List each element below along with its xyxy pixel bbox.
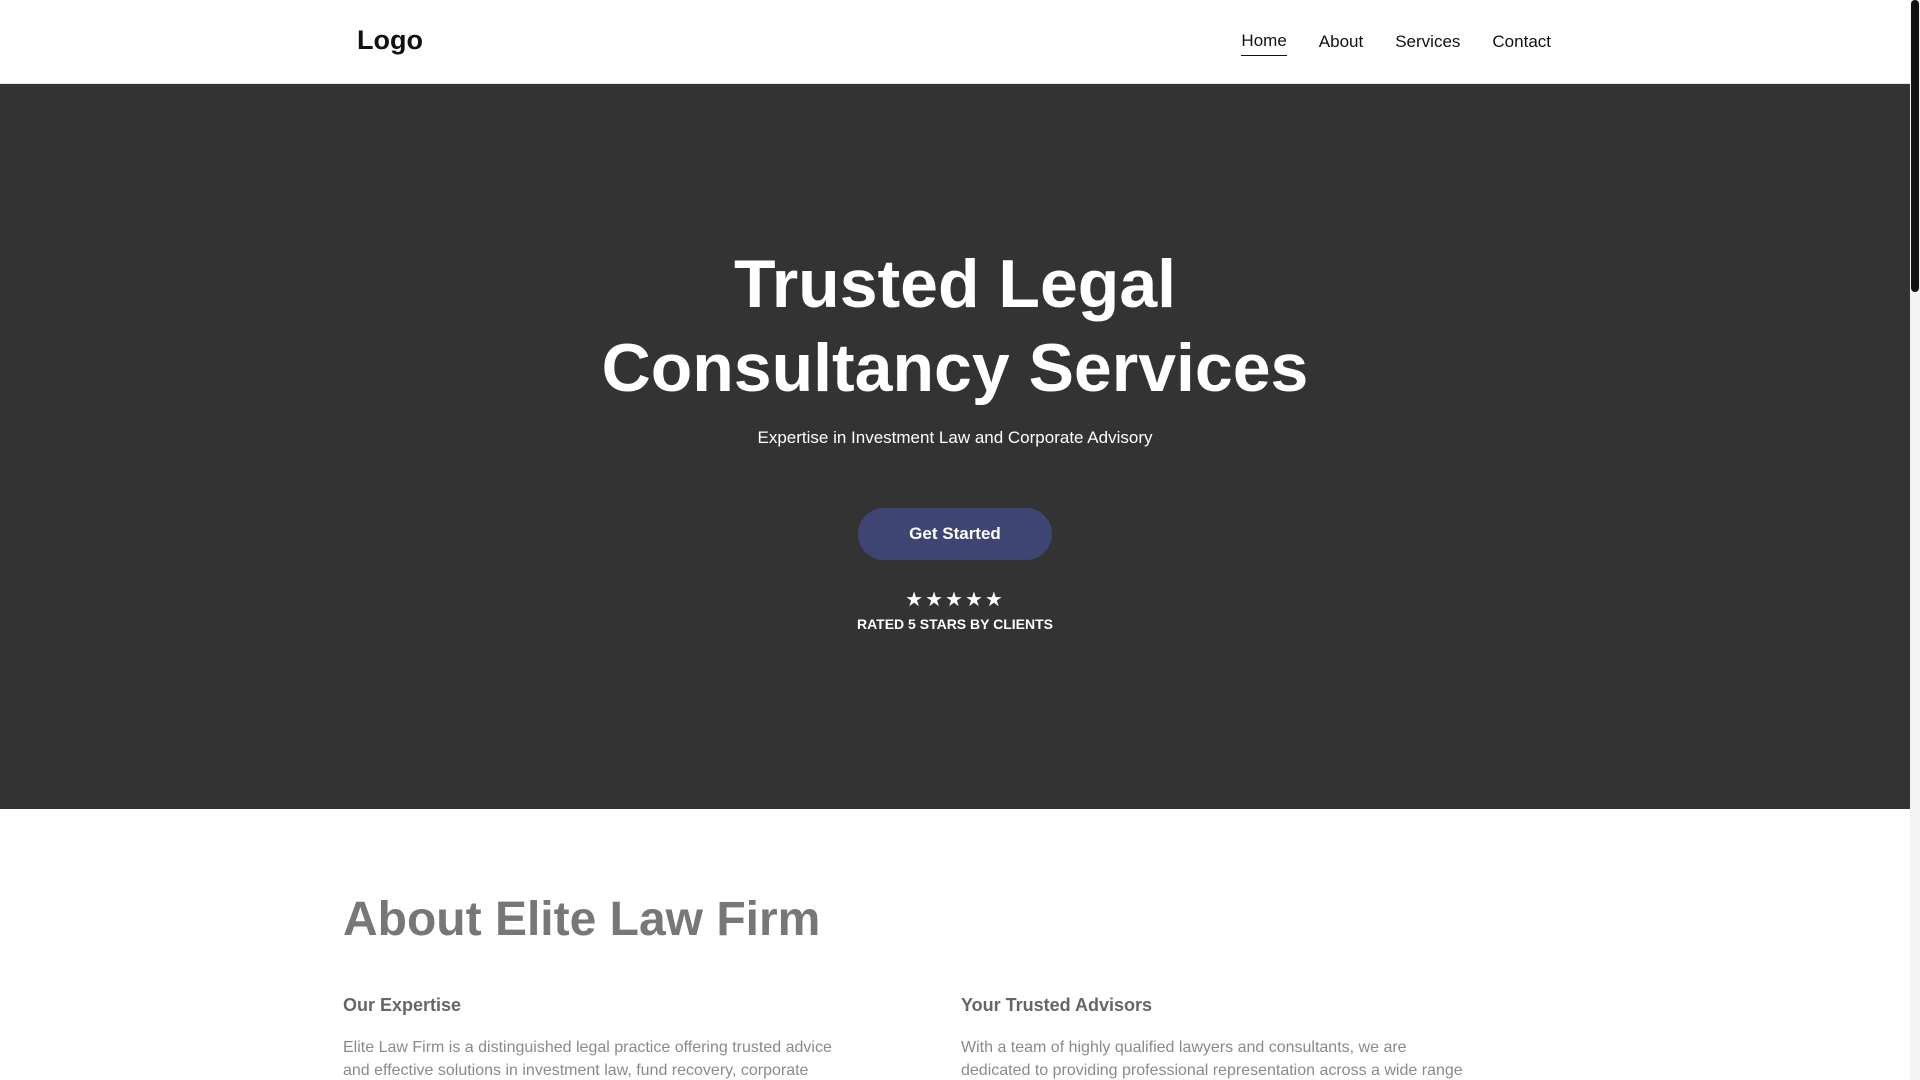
scrollbar-thumb[interactable] — [1911, 0, 1919, 292]
nav-link-home[interactable]: Home — [1241, 29, 1287, 56]
site-header: Logo Home About Services Contact — [0, 0, 1910, 84]
hero-title: Trusted Legal Consultancy Services — [0, 242, 1910, 410]
nav-link-about[interactable]: About — [1319, 30, 1363, 56]
main-nav: Home About Services Contact — [1241, 29, 1551, 56]
about-column-expertise: Our Expertise Elite Law Firm is a distin… — [343, 994, 853, 1080]
get-started-button[interactable]: Get Started — [858, 508, 1052, 560]
nav-link-contact[interactable]: Contact — [1492, 30, 1551, 56]
rating-text: RATED 5 STARS BY CLIENTS — [856, 616, 1054, 632]
about-column-advisors: Your Trusted Advisors With a team of hig… — [961, 994, 1471, 1080]
about-column-heading: Your Trusted Advisors — [961, 995, 1153, 1015]
hero-title-line-1: Trusted Legal — [733, 246, 1177, 322]
page: Logo Home About Services Contact Trusted… — [0, 0, 1910, 1080]
about-column-text: With a team of highly qualified lawyers … — [961, 1039, 1463, 1079]
hero-section: Trusted Legal Consultancy Services Exper… — [0, 84, 1910, 809]
about-column-heading: Our Expertise — [343, 995, 462, 1015]
about-title: About Elite Law Firm — [343, 893, 821, 946]
browser-viewport: Logo Home About Services Contact Trusted… — [0, 0, 1920, 1080]
about-section: About Elite Law Firm Our Expertise Elite… — [0, 809, 1910, 1080]
star-rating-icon: ★★★★★ — [905, 589, 1005, 611]
hero-title-line-2: Consultancy Services — [601, 330, 1309, 406]
site-logo[interactable]: Logo — [357, 24, 423, 56]
about-column-text: Elite Law Firm is a distinguished legal … — [343, 1039, 832, 1079]
nav-link-services[interactable]: Services — [1395, 30, 1460, 56]
vertical-scrollbar[interactable] — [1910, 0, 1920, 1080]
hero-subtitle: Expertise in Investment Law and Corporat… — [757, 428, 1153, 447]
